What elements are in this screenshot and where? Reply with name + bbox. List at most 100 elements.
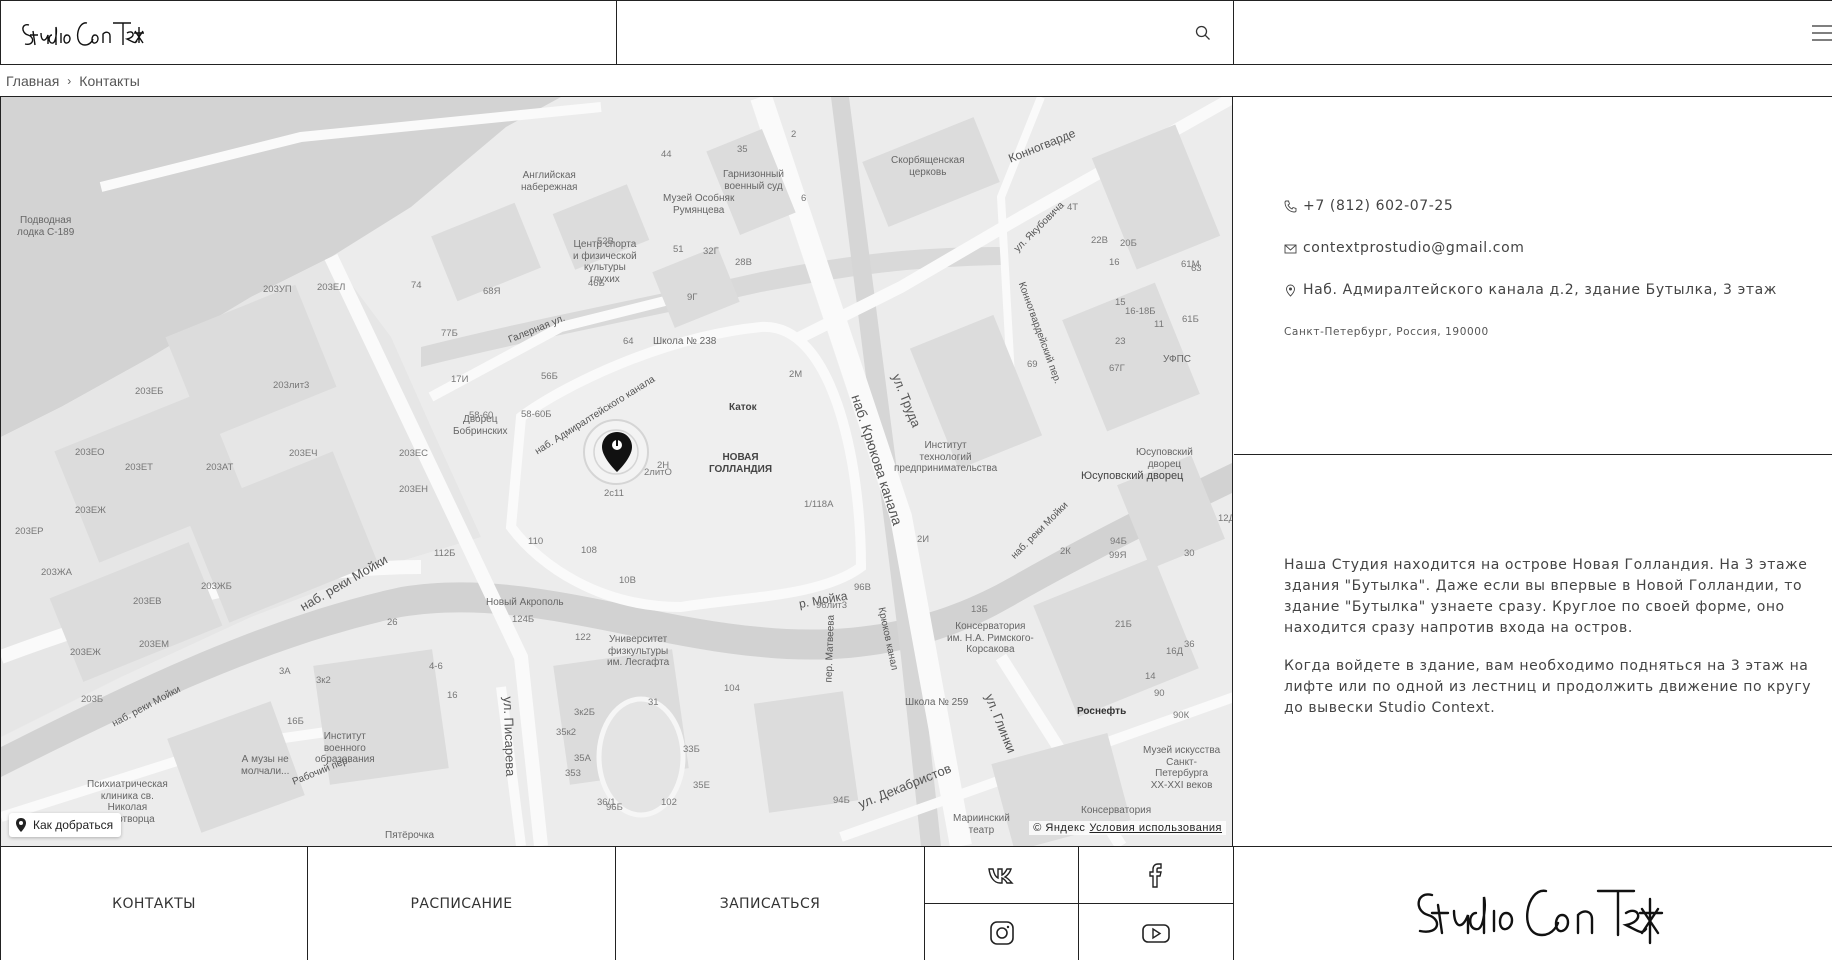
house-number: 14 (1145, 671, 1156, 682)
location-icon (1286, 284, 1295, 297)
house-number: 2М (789, 369, 803, 380)
description-paragraph-1: Наша Студия находится на острове Новая Г… (1284, 557, 1808, 636)
poi-label: Университет физкультуры им. Лесгафта (607, 634, 670, 668)
house-number: 3к2Б (574, 707, 595, 718)
house-number: 16 (447, 690, 458, 701)
phone-icon (1284, 200, 1297, 212)
house-number: 203ЖБ (201, 581, 232, 592)
house-number: 35Е (693, 780, 710, 791)
breadcrumb: Главная › Контакты (0, 65, 1832, 97)
poi-label: Институт технологий предпринимательства (894, 440, 998, 474)
poi-label: Новый Акрополь (486, 597, 564, 608)
house-number: 35 (737, 144, 748, 155)
breadcrumb-home[interactable]: Главная (6, 73, 59, 89)
header-search-cell[interactable] (617, 0, 1234, 64)
terms-link[interactable]: Условия использования (1089, 822, 1222, 834)
house-number: 94Б (833, 795, 850, 806)
house-number: 12Д (1218, 513, 1232, 524)
house-number: 90К (1173, 710, 1190, 721)
phone-row[interactable]: +7 (812) 602-07-25 (1284, 198, 1453, 214)
poi-label: Школа № 238 (653, 336, 717, 347)
email-row[interactable]: contextprostudio@gmail.com (1284, 240, 1525, 256)
house-number: 77Б (441, 328, 458, 339)
house-number: 32Г (703, 246, 719, 257)
phone-number[interactable]: +7 (812) 602-07-25 (1303, 198, 1453, 214)
route-button-label: Как добраться (33, 818, 114, 832)
house-number: 16Д (1166, 646, 1184, 657)
poi-label: Скорбященская церковь (891, 155, 965, 178)
house-number: 4Т (1067, 202, 1079, 213)
house-number: 96Б (606, 802, 623, 813)
house-number: 69 (1027, 359, 1038, 370)
house-number: 104 (724, 683, 740, 694)
house-number: 2 (791, 129, 797, 140)
house-number: 203ЕЛ (317, 282, 346, 293)
burger-menu-icon[interactable] (1810, 23, 1832, 43)
house-number: 30 (1184, 548, 1195, 559)
footer-schedule-link[interactable]: РАСПИСАНИЕ (308, 847, 616, 960)
city-text: Санкт-Петербург, Россия, 190000 (1284, 326, 1489, 338)
poi-label: Музей искусства Санкт- Петербурга XX-XXI ве… (1143, 745, 1221, 791)
house-number: 74 (411, 280, 422, 291)
site-header (0, 0, 1832, 65)
location-pin-icon[interactable] (601, 431, 633, 473)
header-logo-cell[interactable] (0, 0, 617, 64)
footer-contacts-link[interactable]: КОНТАКТЫ (0, 847, 308, 960)
house-number: 15 (1115, 297, 1126, 308)
breadcrumb-current: Контакты (79, 72, 140, 89)
house-number: 2с11 (604, 488, 624, 499)
instagram-link[interactable] (925, 904, 1079, 960)
email-address[interactable]: contextprostudio@gmail.com (1303, 240, 1525, 256)
house-number: 102 (661, 797, 677, 808)
studio-context-logo-large[interactable] (1410, 877, 1670, 949)
house-number: 36 (1184, 639, 1195, 650)
vk-icon (987, 868, 1014, 884)
poi-label: Английская набережная (521, 170, 578, 193)
house-number: 99Я (1109, 550, 1127, 561)
youtube-link[interactable] (1079, 904, 1234, 960)
house-number: 61Б (1182, 314, 1199, 325)
house-number: 63 (1191, 263, 1202, 274)
footer-signup-link[interactable]: ЗАПИСАТЬСЯ (616, 847, 925, 960)
house-number: 16Б (287, 716, 304, 727)
studio-context-logo[interactable] (19, 13, 149, 53)
house-number: 22В (1091, 235, 1108, 246)
house-number: 203ЕР (15, 526, 44, 537)
house-number: 58-60 (469, 410, 494, 421)
house-number: 3А (279, 666, 291, 677)
vk-link[interactable] (925, 847, 1079, 904)
search-icon[interactable] (1195, 25, 1211, 41)
house-number: 10В (619, 575, 636, 586)
route-button[interactable]: Как добраться (9, 813, 122, 837)
house-number: 122 (575, 632, 591, 643)
house-number: 2литО (644, 467, 672, 478)
poi-label: Каток (729, 402, 757, 413)
house-number: 90 (1154, 688, 1165, 699)
contact-panel: +7 (812) 602-07-25 contextprostudio@gmai… (1234, 97, 1832, 455)
facebook-link[interactable] (1079, 847, 1234, 904)
facebook-icon (1149, 863, 1162, 888)
directions-description: Наша Студия находится на острове Новая Г… (1234, 456, 1832, 846)
house-number: 11 (1154, 319, 1164, 330)
yandex-map[interactable]: Подводная лодка С-189 Английская набережна… (0, 97, 1233, 846)
house-number: 353 (565, 768, 581, 779)
poi-label: Гарнизонный военный суд (723, 169, 784, 192)
poi-label: Юсуповский дворец (1136, 447, 1193, 470)
house-number: 124Б (512, 614, 535, 625)
house-number: 112Б (434, 548, 456, 559)
map-copyright: © Яндекс Условия использования (1029, 821, 1226, 835)
house-number: 56Б (541, 371, 558, 382)
house-number: 6 (801, 193, 807, 204)
house-number: 203Б (81, 694, 104, 705)
house-number: 203ЖА (41, 567, 72, 578)
poi-label: УФПС (1163, 354, 1192, 365)
house-number: 67Г (1109, 363, 1125, 374)
house-number: 203УП (263, 284, 292, 295)
house-number: 203ЕБ (135, 386, 164, 397)
street-label: пер. Матвеева (823, 614, 837, 683)
route-pin-icon (16, 818, 26, 832)
house-number: 58-60Б (521, 409, 552, 420)
house-number: 203ЕЧ (289, 448, 318, 459)
house-number: 17И (451, 374, 469, 385)
poi-label: Консерватория им. Н.А. Римского- Корсакова (947, 621, 1034, 655)
